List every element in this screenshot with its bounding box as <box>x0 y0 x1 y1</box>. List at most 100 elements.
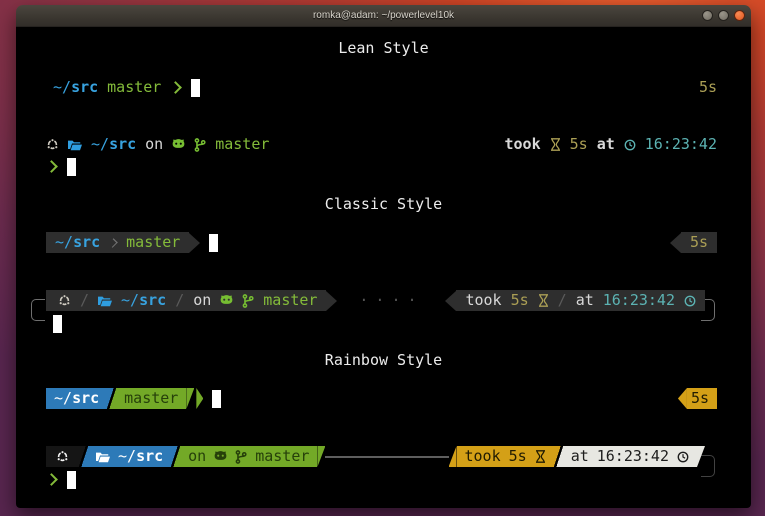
terminal-cursor <box>67 471 76 489</box>
hourglass-icon <box>550 138 561 151</box>
hourglass-icon <box>535 450 546 463</box>
duration-label: 5s <box>509 446 527 467</box>
section-title-lean: Lean Style <box>16 38 751 59</box>
close-button[interactable] <box>734 10 745 21</box>
powerline-start-icon <box>449 446 457 467</box>
powerline-right-segment: 5s <box>678 388 717 409</box>
powerline-separator-icon <box>171 446 180 467</box>
at-label: at <box>576 290 594 311</box>
section-title-classic: Classic Style <box>16 194 751 215</box>
git-branch-label: master <box>107 77 161 98</box>
chevron-right-icon <box>169 81 182 94</box>
terminal-cursor <box>212 390 221 408</box>
lean-prompt-two-line-bottom <box>46 156 76 177</box>
current-directory: ~/src <box>55 232 100 253</box>
github-octocat-icon <box>220 295 233 307</box>
lean-prompt-single: ~/src master 5s <box>53 77 717 98</box>
folder-icon <box>98 295 112 307</box>
took-label: took <box>465 290 501 311</box>
hourglass-icon <box>538 294 549 307</box>
folder-icon <box>68 139 82 151</box>
window-controls <box>702 5 745 26</box>
time-label: 16:23:42 <box>597 446 669 467</box>
terminal-cursor <box>53 315 62 333</box>
on-label: on <box>145 134 163 155</box>
on-label: on <box>188 446 206 467</box>
prompt-frame-left <box>31 299 45 321</box>
segment-separator: / <box>558 290 567 311</box>
ubuntu-logo-icon <box>46 138 59 151</box>
current-directory: ~/src <box>91 134 136 155</box>
duration-label: 5s <box>691 388 709 409</box>
powerline-arrow-icon <box>189 233 200 253</box>
ubuntu-logo-icon <box>58 294 71 307</box>
classic-prompt-two-line-top: / ~/src / on master ···· <box>46 290 705 311</box>
clock-icon <box>624 139 636 151</box>
git-branch-icon <box>242 294 254 308</box>
powerline-left-segments: ~/src master <box>46 232 200 253</box>
git-branch-icon <box>235 450 247 464</box>
powerline-tip-icon <box>196 388 203 409</box>
current-directory: ~/src <box>54 388 99 409</box>
powerline-separator-icon <box>79 446 88 467</box>
on-label: on <box>193 290 211 311</box>
time-label: 16:23:42 <box>603 290 675 311</box>
lean-prompt-two-line-top: ~/src on master took 5s at <box>46 134 717 155</box>
duration-label: 5s <box>570 134 588 155</box>
segment-separator-icon <box>108 238 118 248</box>
terminal-cursor <box>209 234 218 252</box>
segment-separator: / <box>175 290 184 311</box>
terminal-cursor <box>191 79 200 97</box>
powerline-end-icon <box>186 388 194 409</box>
git-branch-icon <box>194 138 206 152</box>
terminal-screen[interactable]: Lean Style ~/src master 5s <box>16 27 751 508</box>
folder-icon <box>96 451 110 463</box>
clock-icon <box>677 451 689 463</box>
section-title-rainbow: Rainbow Style <box>16 350 751 371</box>
chevron-right-icon <box>45 160 58 173</box>
git-branch-label: master <box>263 290 317 311</box>
rainbow-prompt-two-line-bottom <box>46 469 76 490</box>
window-titlebar[interactable]: romka@adam: ~/powerlevel10k <box>16 5 751 27</box>
terminal-cursor <box>67 158 76 176</box>
current-directory: ~/src <box>118 446 163 467</box>
git-branch-label: master <box>215 134 269 155</box>
ubuntu-logo-icon <box>56 450 69 463</box>
duration-label: 5s <box>690 232 708 253</box>
powerline-right-segment: 5s <box>670 232 717 253</box>
at-label: at <box>597 134 615 155</box>
powerline-left-segments: ~/src master <box>46 388 203 409</box>
rainbow-prompt-two-line-top: ~/src on master took <box>46 446 705 467</box>
current-directory: ~/src <box>121 290 166 311</box>
git-branch-label: master <box>126 232 180 253</box>
terminal-window: romka@adam: ~/powerlevel10k Lean Style ~… <box>16 5 751 508</box>
powerline-separator-icon <box>107 388 116 409</box>
classic-prompt-two-line-bottom <box>53 313 62 334</box>
git-branch-label: master <box>255 446 309 467</box>
rainbow-prompt-single: ~/src master 5s <box>46 388 717 409</box>
git-branch-label: master <box>124 388 178 409</box>
current-directory: ~/src <box>53 77 98 98</box>
duration-label: 5s <box>699 77 717 98</box>
maximize-button[interactable] <box>718 10 729 21</box>
github-octocat-icon <box>172 139 185 151</box>
minimize-button[interactable] <box>702 10 713 21</box>
powerline-tip-icon <box>678 388 687 409</box>
github-octocat-icon <box>214 451 227 463</box>
time-label: 16:23:42 <box>645 134 717 155</box>
window-title: romka@adam: ~/powerlevel10k <box>313 10 454 21</box>
chevron-right-icon <box>45 473 58 486</box>
clock-icon <box>684 295 696 307</box>
powerline-end-icon <box>697 446 705 467</box>
powerline-arrow-icon <box>326 291 337 311</box>
duration-label: 5s <box>511 290 529 311</box>
took-label: took <box>465 446 501 467</box>
gap-dots: ···· <box>337 290 445 311</box>
desktop-background: romka@adam: ~/powerlevel10k Lean Style ~… <box>0 0 765 516</box>
segment-separator: / <box>80 290 89 311</box>
prompt-connector-line <box>325 456 448 458</box>
classic-prompt-single: ~/src master 5s <box>46 232 717 253</box>
powerline-arrow-icon <box>670 233 681 253</box>
took-label: took <box>505 134 541 155</box>
powerline-arrow-icon <box>445 291 456 311</box>
